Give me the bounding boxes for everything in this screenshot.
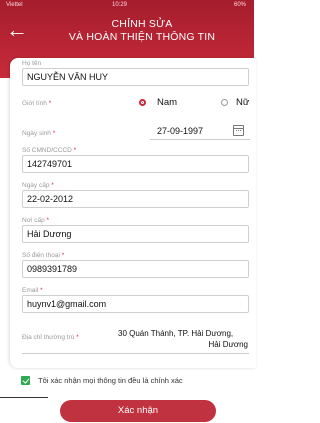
carrier-label: Viettel	[6, 2, 23, 8]
gender-male-radio[interactable]	[139, 99, 146, 106]
page-title: CHỈNH SỬA VÀ HOÀN THIỆN THÔNG TIN	[40, 18, 244, 44]
battery-label: 60%	[233, 2, 246, 8]
issue-place-value: Hải Dương	[27, 229, 72, 239]
clock-label: 10:29	[112, 2, 128, 8]
dob-underline	[150, 139, 250, 140]
dob-value[interactable]: 27-09-1997	[157, 126, 203, 136]
id-number-value: 142749701	[27, 159, 73, 169]
page-title-line2: VÀ HOÀN THIỆN THÔNG TIN	[68, 31, 216, 43]
name-value: NGUYỄN VĂN HUY	[27, 72, 109, 82]
phone-label: Số điện thoại *	[22, 252, 65, 259]
calendar-icon[interactable]	[233, 125, 244, 136]
address-value-line1[interactable]: 30 Quán Thánh, TP. Hải Dương,	[118, 329, 233, 338]
status-bar: Viettel 10:29 60%	[0, 2, 254, 12]
form-card: Họ tên NGUYỄN VĂN HUY Giới tính * Nam Nữ…	[10, 58, 256, 368]
dob-label: Ngày sinh *	[22, 130, 56, 137]
gender-label: Giới tính *	[22, 100, 52, 107]
issue-place-label: Nơi cấp *	[22, 217, 50, 224]
id-number-label: Số CMND/CCCD *	[22, 147, 77, 154]
confirm-label: Tôi xác nhận mọi thông tin đều là chính …	[38, 376, 183, 385]
gender-female-radio[interactable]	[221, 99, 228, 106]
back-arrow-icon[interactable]: ←	[6, 19, 28, 42]
submit-button[interactable]: Xác nhận	[60, 400, 216, 422]
address-value-line2[interactable]: Hải Dương	[208, 340, 248, 349]
gender-female-label: Nữ	[236, 97, 250, 108]
phone-value: 0989391789	[27, 264, 78, 274]
confirm-checkbox[interactable]	[21, 376, 30, 385]
address-underline	[22, 353, 249, 354]
address-label: Địa chỉ thường trú *	[22, 334, 79, 341]
page-title-line1: CHỈNH SỬA	[111, 18, 173, 30]
divider-line	[0, 397, 48, 398]
issue-date-label: Ngày cấp *	[22, 182, 54, 189]
name-label: Họ tên	[22, 60, 42, 67]
email-value: huynv1@gmail.com	[27, 299, 107, 309]
gender-male-label: Nam	[157, 97, 178, 108]
email-label: Email *	[22, 287, 43, 294]
issue-date-value: 22-02-2012	[27, 194, 74, 204]
